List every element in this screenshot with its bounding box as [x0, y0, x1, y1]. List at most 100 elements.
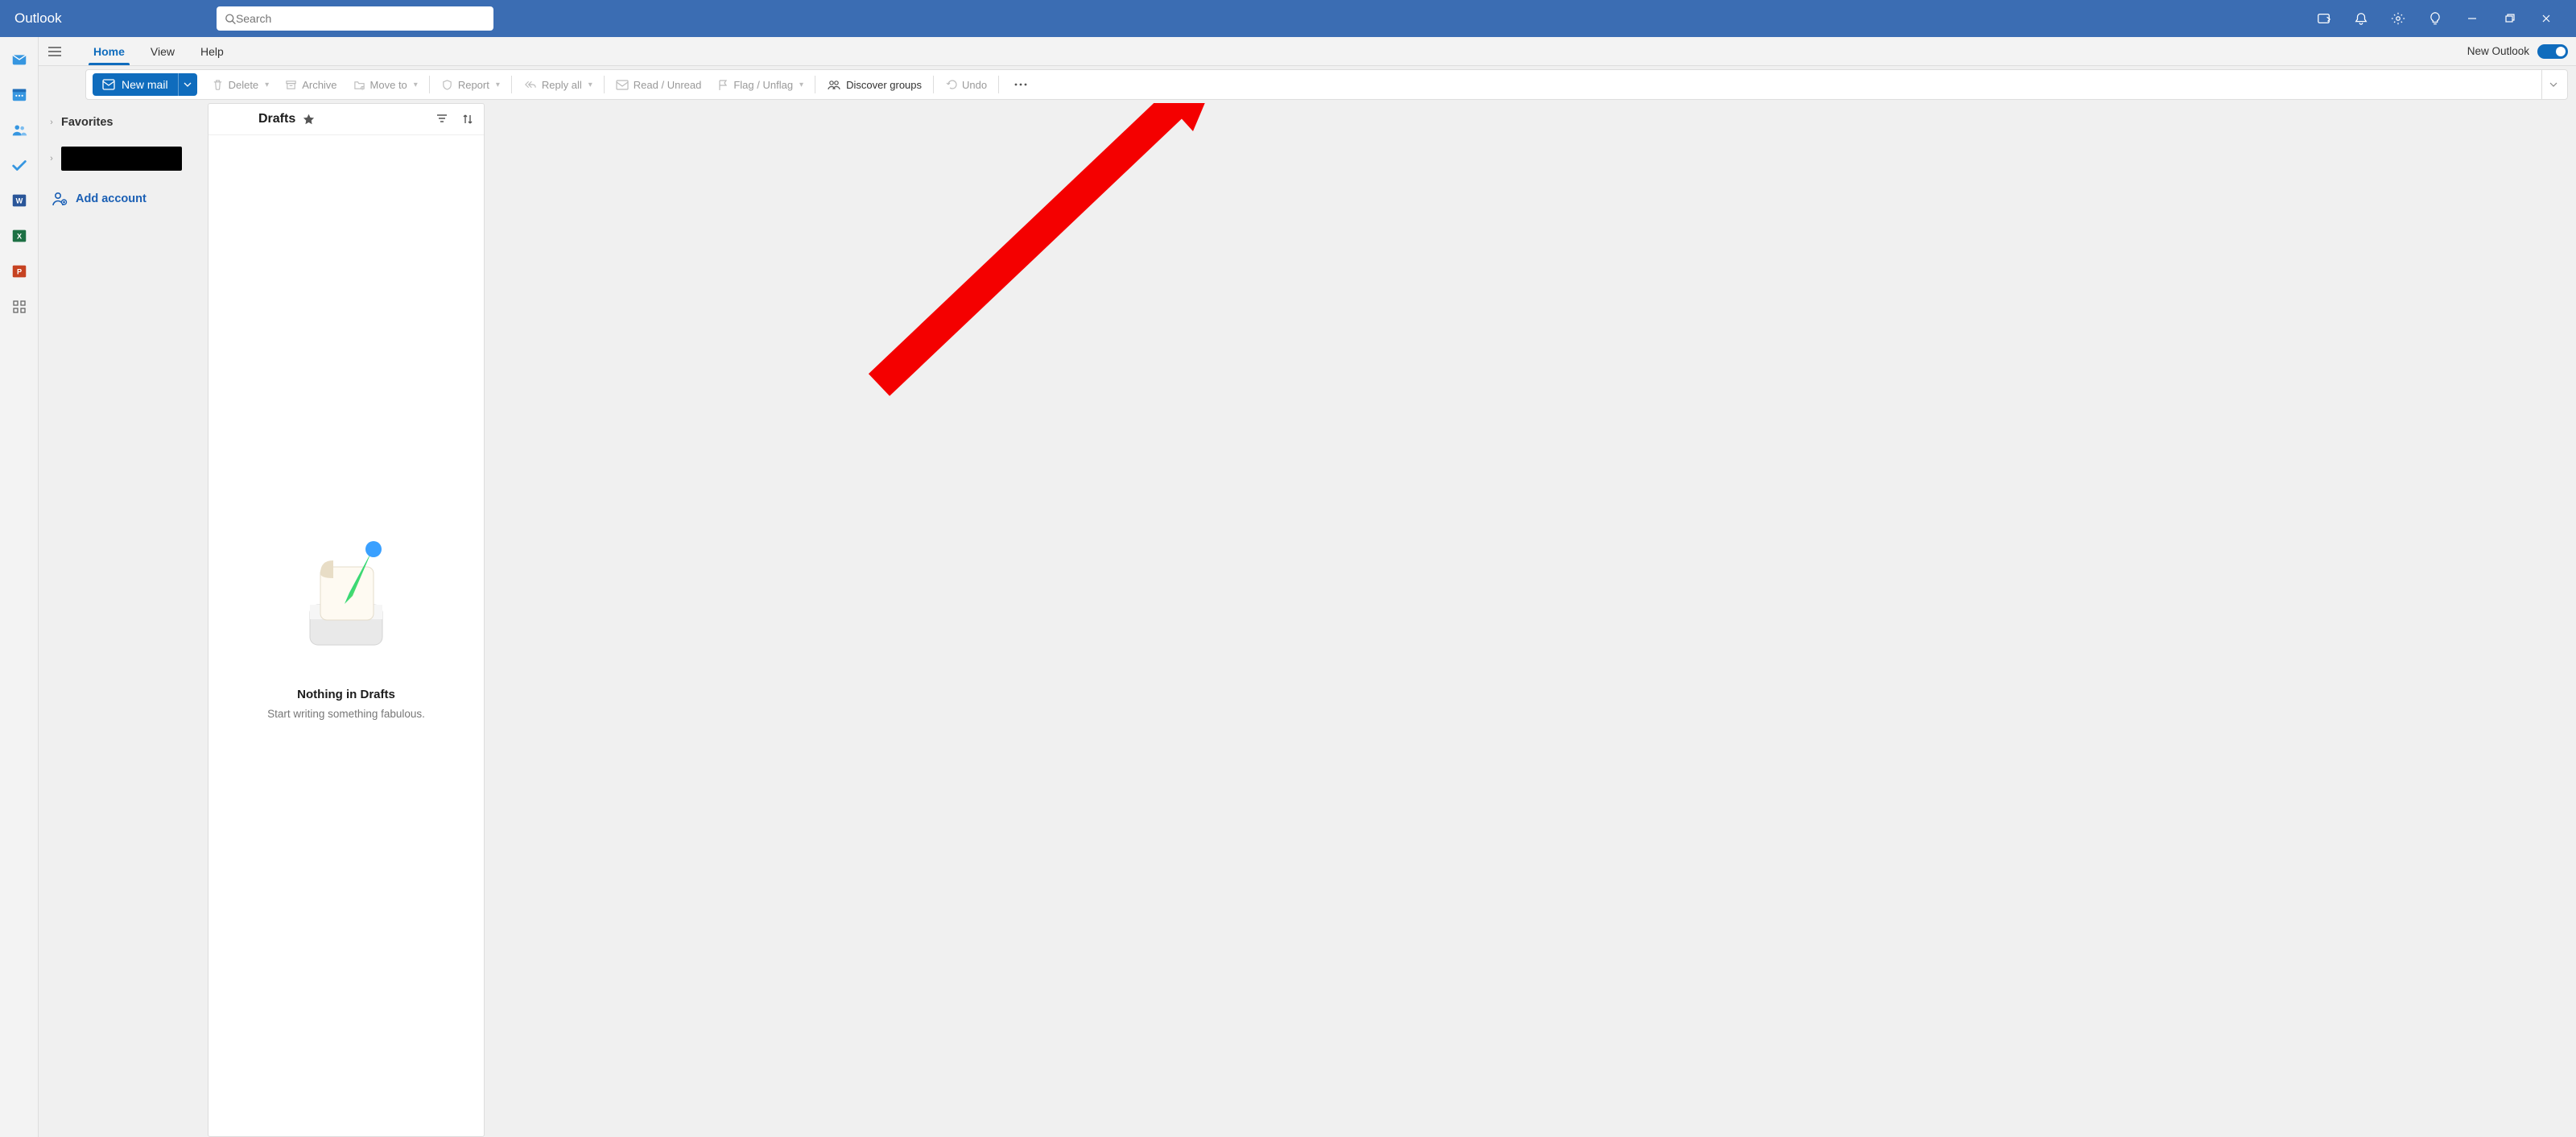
empty-subtext: Start writing something fabulous.	[267, 708, 425, 720]
delete-button[interactable]: Delete ▾	[204, 73, 278, 96]
chevron-down-icon: ▾	[588, 81, 592, 89]
new-outlook-toggle-group: New Outlook	[2467, 44, 2568, 59]
new-mail-label: New mail	[122, 78, 168, 91]
menubar: Home View Help New Outlook	[39, 37, 2576, 66]
archive-button[interactable]: Archive	[277, 73, 345, 96]
discover-groups-button[interactable]: Discover groups	[819, 73, 930, 96]
search-box[interactable]	[217, 6, 493, 31]
rail-calendar-icon[interactable]	[6, 81, 33, 108]
favorites-label: Favorites	[61, 116, 113, 129]
add-account-label: Add account	[76, 192, 147, 205]
chevron-down-icon: ▾	[414, 81, 418, 89]
chevron-down-icon: ▾	[799, 81, 803, 89]
notifications-icon[interactable]	[2343, 0, 2380, 37]
rail-todo-icon[interactable]	[6, 151, 33, 179]
titlebar-right-icons	[2306, 0, 2565, 37]
rail-word-icon[interactable]: W	[6, 187, 33, 214]
chevron-right-icon: ›	[47, 118, 56, 127]
message-list: Drafts	[208, 103, 485, 1137]
toolbar-overflow[interactable]	[2541, 70, 2564, 99]
folder-pane: › Favorites › Add account	[39, 103, 208, 1137]
app-name: Outlook	[14, 10, 62, 27]
filter-icon[interactable]	[436, 113, 448, 124]
favorites-row[interactable]: › Favorites	[43, 111, 203, 134]
tab-home[interactable]: Home	[80, 37, 138, 65]
move-to-icon	[353, 79, 365, 91]
add-account-button[interactable]: Add account	[43, 185, 203, 213]
mail-icon	[102, 79, 115, 90]
read-unread-icon	[616, 80, 629, 90]
tab-help[interactable]: Help	[188, 37, 237, 65]
sort-icon[interactable]	[461, 113, 474, 126]
reply-all-icon	[523, 79, 537, 90]
minimize-icon[interactable]	[2454, 0, 2491, 37]
new-mail-button[interactable]: New mail	[93, 73, 178, 96]
rail-excel-icon[interactable]: X	[6, 222, 33, 250]
flag-unflag-label: Flag / Unflag	[733, 79, 793, 91]
toolbar-divider	[429, 76, 430, 93]
undo-label: Undo	[962, 79, 987, 91]
move-to-button[interactable]: Move to ▾	[345, 73, 426, 96]
flag-icon	[717, 79, 729, 91]
new-outlook-toggle[interactable]	[2537, 44, 2568, 59]
toolbar-divider	[604, 76, 605, 93]
message-list-header: Drafts	[208, 104, 484, 135]
svg-text:P: P	[16, 268, 21, 276]
undo-button[interactable]: Undo	[937, 73, 995, 96]
rail-more-apps-icon[interactable]	[6, 293, 33, 320]
report-button[interactable]: Report ▾	[433, 73, 508, 96]
chevron-down-icon	[2549, 82, 2557, 87]
toolbar-divider	[933, 76, 934, 93]
menu-tabs: Home View Help	[71, 37, 237, 65]
hamburger-icon[interactable]	[39, 46, 71, 57]
groups-icon	[827, 79, 841, 91]
discover-groups-label: Discover groups	[846, 79, 922, 91]
read-unread-button[interactable]: Read / Unread	[608, 73, 710, 96]
new-mail-split-button: New mail	[93, 73, 197, 96]
search-input[interactable]	[236, 12, 485, 25]
toolbar-divider	[998, 76, 999, 93]
new-outlook-label: New Outlook	[2467, 45, 2529, 57]
svg-text:W: W	[15, 197, 23, 205]
empty-state: Nothing in Drafts Start writing somethin…	[208, 135, 484, 1136]
search-icon	[225, 13, 236, 25]
rail-powerpoint-icon[interactable]: P	[6, 258, 33, 285]
restore-icon[interactable]	[2491, 0, 2528, 37]
close-icon[interactable]	[2528, 0, 2565, 37]
rail-mail-icon[interactable]	[6, 45, 33, 72]
read-unread-label: Read / Unread	[634, 79, 702, 91]
new-mail-dropdown[interactable]	[178, 73, 197, 96]
archive-label: Archive	[302, 79, 336, 91]
ellipsis-icon	[1013, 83, 1028, 86]
add-person-icon	[52, 192, 68, 206]
star-icon[interactable]	[302, 113, 316, 126]
tips-icon[interactable]	[2417, 0, 2454, 37]
meet-now-icon[interactable]	[2306, 0, 2343, 37]
account-row[interactable]: ›	[43, 142, 203, 176]
trash-icon	[212, 79, 224, 91]
move-to-label: Move to	[370, 79, 407, 91]
svg-text:X: X	[16, 233, 22, 241]
chevron-right-icon: ›	[47, 154, 56, 163]
delete-label: Delete	[229, 79, 259, 91]
titlebar: Outlook	[0, 0, 2576, 37]
tab-view[interactable]: View	[138, 37, 188, 65]
more-options-button[interactable]	[1002, 73, 1039, 96]
flag-unflag-button[interactable]: Flag / Unflag ▾	[709, 73, 811, 96]
chevron-down-icon	[184, 82, 192, 87]
report-label: Report	[458, 79, 489, 91]
rail-people-icon[interactable]	[6, 116, 33, 143]
empty-drafts-illustration	[290, 536, 402, 657]
chevron-down-icon: ▾	[496, 81, 500, 89]
settings-icon[interactable]	[2380, 0, 2417, 37]
annotation-arrow	[855, 103, 1225, 409]
reading-pane	[485, 103, 2576, 1137]
left-app-rail: W X P	[0, 37, 39, 1137]
archive-icon	[285, 79, 297, 91]
reply-all-button[interactable]: Reply all ▾	[515, 73, 601, 96]
toolbar: New mail Delete ▾ Archive Move to ▾	[85, 69, 2568, 100]
chevron-down-icon: ▾	[265, 81, 269, 89]
folder-title: Drafts	[258, 112, 295, 126]
account-name-redacted	[61, 147, 182, 171]
toolbar-divider	[511, 76, 512, 93]
